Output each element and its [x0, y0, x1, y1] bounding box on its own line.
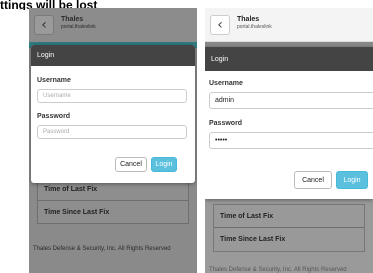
username-value: admin: [215, 97, 235, 104]
app-subtitle: portal.thaleslink: [237, 24, 272, 30]
login-button[interactable]: Login: [151, 157, 177, 172]
chevron-left-icon: ‹: [41, 17, 47, 33]
username-label: Username: [209, 80, 243, 87]
password-input[interactable]: Password: [37, 125, 187, 139]
login-dialog: Login Username admin Password ••••• Canc…: [205, 47, 373, 199]
password-label: Password: [209, 120, 243, 127]
password-label: Password: [37, 113, 71, 120]
app-title: Thales: [61, 16, 84, 23]
password-value: •••••: [215, 137, 228, 144]
fix-info-panel: Time of Last Fix Time Since Last Fix: [213, 204, 365, 252]
info-row-since-fix: Time Since Last Fix: [44, 208, 110, 216]
info-row-since-fix: Time Since Last Fix: [220, 236, 286, 243]
footer-copyright: Thales Defense & Security, Inc. All Righ…: [33, 246, 171, 252]
password-placeholder: Password: [43, 129, 70, 135]
username-label: Username: [37, 77, 71, 84]
info-row-last-fix: Time of Last Fix: [214, 205, 364, 228]
back-button[interactable]: ‹: [34, 15, 54, 35]
username-placeholder: Username: [43, 93, 71, 99]
password-input[interactable]: •••••: [209, 132, 373, 149]
cancel-button[interactable]: Cancel: [115, 157, 147, 172]
login-dialog: Login Username Username Password Passwor…: [31, 45, 195, 183]
app-title: Thales: [237, 16, 260, 23]
login-button[interactable]: Login: [336, 171, 368, 189]
right-phone-screen: ‹ Thales portal.thaleslink Time of Last …: [205, 8, 373, 273]
app-header: ‹ Thales portal.thaleslink: [205, 8, 373, 42]
app-header: ‹ Thales portal.thaleslink: [29, 8, 197, 42]
left-phone-screen: ‹ Thales portal.thaleslink Time of Last …: [29, 8, 197, 273]
dialog-title: Login: [205, 47, 373, 71]
chevron-left-icon: ‹: [217, 17, 223, 33]
username-input[interactable]: admin: [209, 92, 373, 109]
username-input[interactable]: Username: [37, 89, 187, 103]
back-button[interactable]: ‹: [210, 15, 230, 35]
dialog-title: Login: [31, 45, 195, 66]
fix-info-panel: Time of Last Fix Time Since Last Fix: [37, 178, 189, 224]
app-subtitle: portal.thaleslink: [61, 24, 96, 30]
footer-copyright: Thales Defense & Security, Inc. All Righ…: [209, 267, 347, 273]
cancel-button[interactable]: Cancel: [294, 171, 332, 189]
